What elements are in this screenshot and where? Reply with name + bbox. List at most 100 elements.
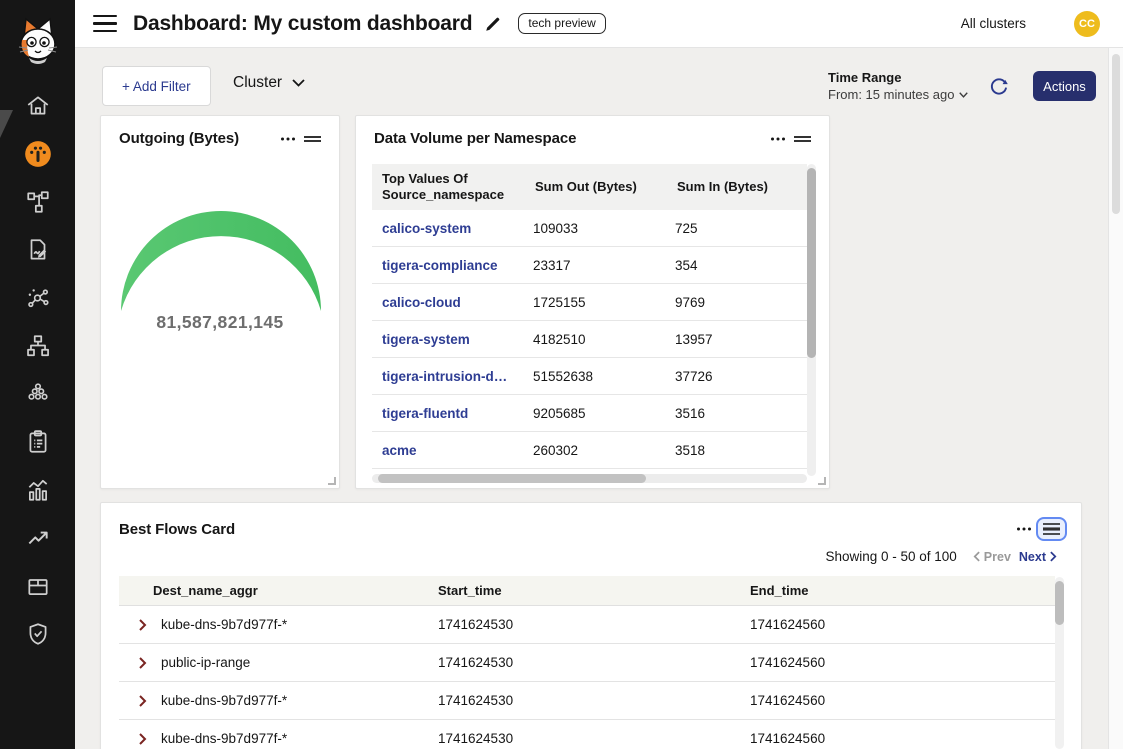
card-menu-button[interactable] [1012,524,1036,534]
card-resize-handle[interactable] [818,477,826,485]
sum-out-value: 23317 [525,258,667,273]
calico-cat-logo-icon [15,14,61,68]
start-time: 1741624530 [438,693,750,708]
prev-label: Prev [984,550,1011,564]
sum-in-value: 3516 [667,406,807,421]
namespace-link[interactable]: tigera-compliance [372,258,525,273]
sidebar-item-topology[interactable] [0,178,75,226]
refresh-icon [988,75,1010,97]
namespace-link[interactable]: tigera-intrusion-d… [372,369,525,384]
vertical-scrollbar[interactable] [1055,577,1064,749]
sum-in-value: 354 [667,258,807,273]
sidebar-item-service-graph[interactable] [0,274,75,322]
horizontal-scrollbar[interactable] [372,474,807,483]
card-menu-button[interactable] [766,134,790,144]
package-icon [25,573,51,599]
sidebar [0,0,75,749]
chevron-down-icon [959,92,968,98]
column-header[interactable]: Sum Out (Bytes) [525,173,667,201]
refresh-button[interactable] [988,75,1010,97]
clipboard-icon [25,429,51,455]
add-filter-button[interactable]: + Add Filter [102,66,211,106]
expand-row-button[interactable] [138,619,148,631]
page-scrollbar[interactable] [1108,48,1123,749]
document-edit-icon [25,237,51,263]
table-row: tigera-system 4182510 13957 [372,321,807,358]
table-row: calico-cloud 1725155 9769 [372,284,807,321]
gauge-arc [115,206,327,316]
column-header[interactable]: End_time [750,583,1055,598]
sidebar-item-threat-feeds[interactable] [0,514,75,562]
card-data-volume: Data Volume per Namespace Top Values Of … [355,115,830,489]
prev-page-button[interactable]: Prev [973,550,1011,564]
service-graph-icon [25,285,51,311]
namespace-link[interactable]: calico-cloud [372,295,525,310]
cluster-selector[interactable]: All clusters [961,16,1026,31]
scrollbar-thumb[interactable] [378,474,646,483]
card-drag-handle[interactable] [300,132,325,146]
sidebar-item-compliance[interactable] [0,418,75,466]
calico-logo[interactable] [0,0,75,82]
cluster-filter-dropdown[interactable]: Cluster [233,74,305,92]
expand-row-button[interactable] [138,733,148,745]
topology-icon [25,189,51,215]
column-header[interactable]: Start_time [438,583,750,598]
sidebar-item-policies[interactable] [0,226,75,274]
table-row: kube-dns-9b7d977f-* 1741624530 174162456… [119,720,1055,749]
avatar[interactable]: CC [1074,11,1100,37]
time-range-value-dropdown[interactable]: From: 15 minutes ago [828,87,968,102]
column-header[interactable]: Top Values Of Source_namespace [372,165,525,210]
sum-out-value: 4182510 [525,332,667,347]
column-header[interactable]: Sum In (Bytes) [667,173,807,201]
sidebar-item-clusters[interactable] [0,370,75,418]
end-time: 1741624560 [750,655,1055,670]
card-outgoing-bytes: Outgoing (Bytes) [100,115,340,489]
sidebar-item-security[interactable] [0,610,75,658]
pagination: Showing 0 - 50 of 100 Prev Next [825,549,1057,564]
edit-dashboard-button[interactable] [484,15,502,33]
card-resize-handle[interactable] [328,477,336,485]
sidebar-item-workloads[interactable] [0,562,75,610]
menu-icon[interactable] [93,15,117,33]
scrollbar-thumb[interactable] [807,168,816,358]
namespace-link[interactable]: tigera-system [372,332,525,347]
sum-in-value: 3518 [667,443,807,458]
ellipsis-icon [280,136,296,142]
chevron-right-icon [1050,551,1057,562]
namespace-link[interactable]: calico-system [372,221,525,236]
scrollbar-thumb[interactable] [1112,54,1120,214]
start-time: 1741624530 [438,617,750,632]
next-page-button[interactable]: Next [1019,550,1057,564]
table-row: public-ip-range 1741624530 1741624560 [119,644,1055,682]
expand-row-button[interactable] [138,657,148,669]
dashboard-gauge-icon [24,140,52,168]
card-header: Best Flows Card [101,503,1081,541]
namespace-link[interactable]: acme [372,443,525,458]
table-row: tigera-intrusion-d… 51552638 37726 [372,358,807,395]
expand-row-button[interactable] [138,695,148,707]
end-time: 1741624560 [750,693,1055,708]
table-row: calico-system 109033 725 [372,210,807,247]
gauge-chart [115,206,327,316]
actions-button[interactable]: Actions [1033,71,1096,101]
vertical-scrollbar[interactable] [807,164,816,476]
card-drag-handle-focused[interactable] [1036,517,1067,541]
start-time: 1741624530 [438,731,750,746]
table-header-row: Dest_name_aggr Start_time End_time [119,576,1055,606]
table-row: kube-dns-9b7d977f-* 1741624530 174162456… [119,682,1055,720]
card-drag-handle[interactable] [790,132,815,146]
sidebar-item-network-sets[interactable] [0,322,75,370]
scrollbar-thumb[interactable] [1055,581,1064,625]
chevron-right-icon [138,733,148,745]
chevron-right-icon [138,657,148,669]
sidebar-item-reports[interactable] [0,466,75,514]
column-header[interactable]: Dest_name_aggr [119,583,438,598]
sum-in-value: 725 [667,221,807,236]
namespace-link[interactable]: tigera-fluentd [372,406,525,421]
table-row: tigera-fluentd 9205685 3516 [372,395,807,432]
card-menu-button[interactable] [276,134,300,144]
card-title: Outgoing (Bytes) [119,130,239,147]
table-row: tigera-compliance 23317 354 [372,247,807,284]
page-title: Dashboard: My custom dashboard [133,12,472,36]
sidebar-notch [0,110,13,138]
